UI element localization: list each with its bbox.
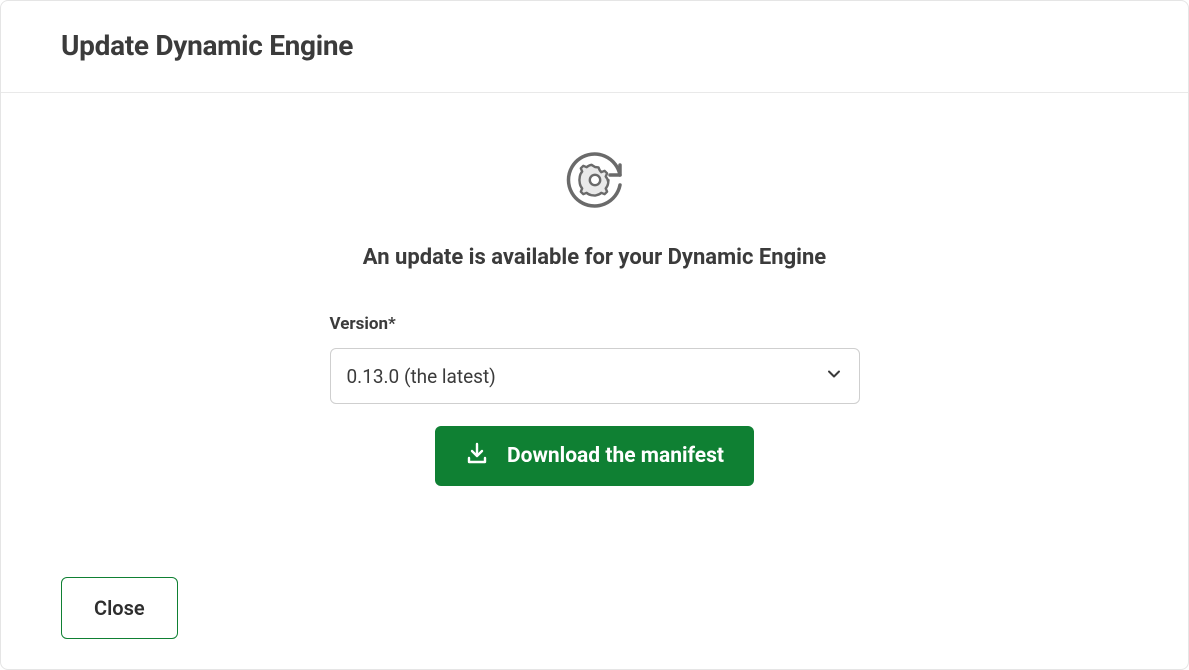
version-form: Version* 0.13.0 (the latest) (330, 314, 860, 486)
dialog-body: An update is available for your Dynamic … (1, 93, 1188, 577)
dialog-header: Update Dynamic Engine (1, 1, 1188, 93)
update-dialog: Update Dynamic Engine An update is avail… (0, 0, 1189, 670)
version-select[interactable]: 0.13.0 (the latest) (330, 348, 860, 404)
download-icon (465, 441, 489, 471)
download-row: Download the manifest (330, 426, 860, 486)
download-button-label: Download the manifest (507, 444, 724, 468)
download-manifest-button[interactable]: Download the manifest (435, 426, 754, 486)
version-select-wrap: 0.13.0 (the latest) (330, 348, 860, 404)
version-label: Version* (330, 314, 860, 334)
gear-refresh-icon (560, 145, 630, 215)
dialog-footer: Close (1, 577, 1188, 669)
dialog-title: Update Dynamic Engine (61, 29, 1128, 62)
update-message: An update is available for your Dynamic … (363, 245, 826, 270)
close-button[interactable]: Close (61, 577, 178, 639)
